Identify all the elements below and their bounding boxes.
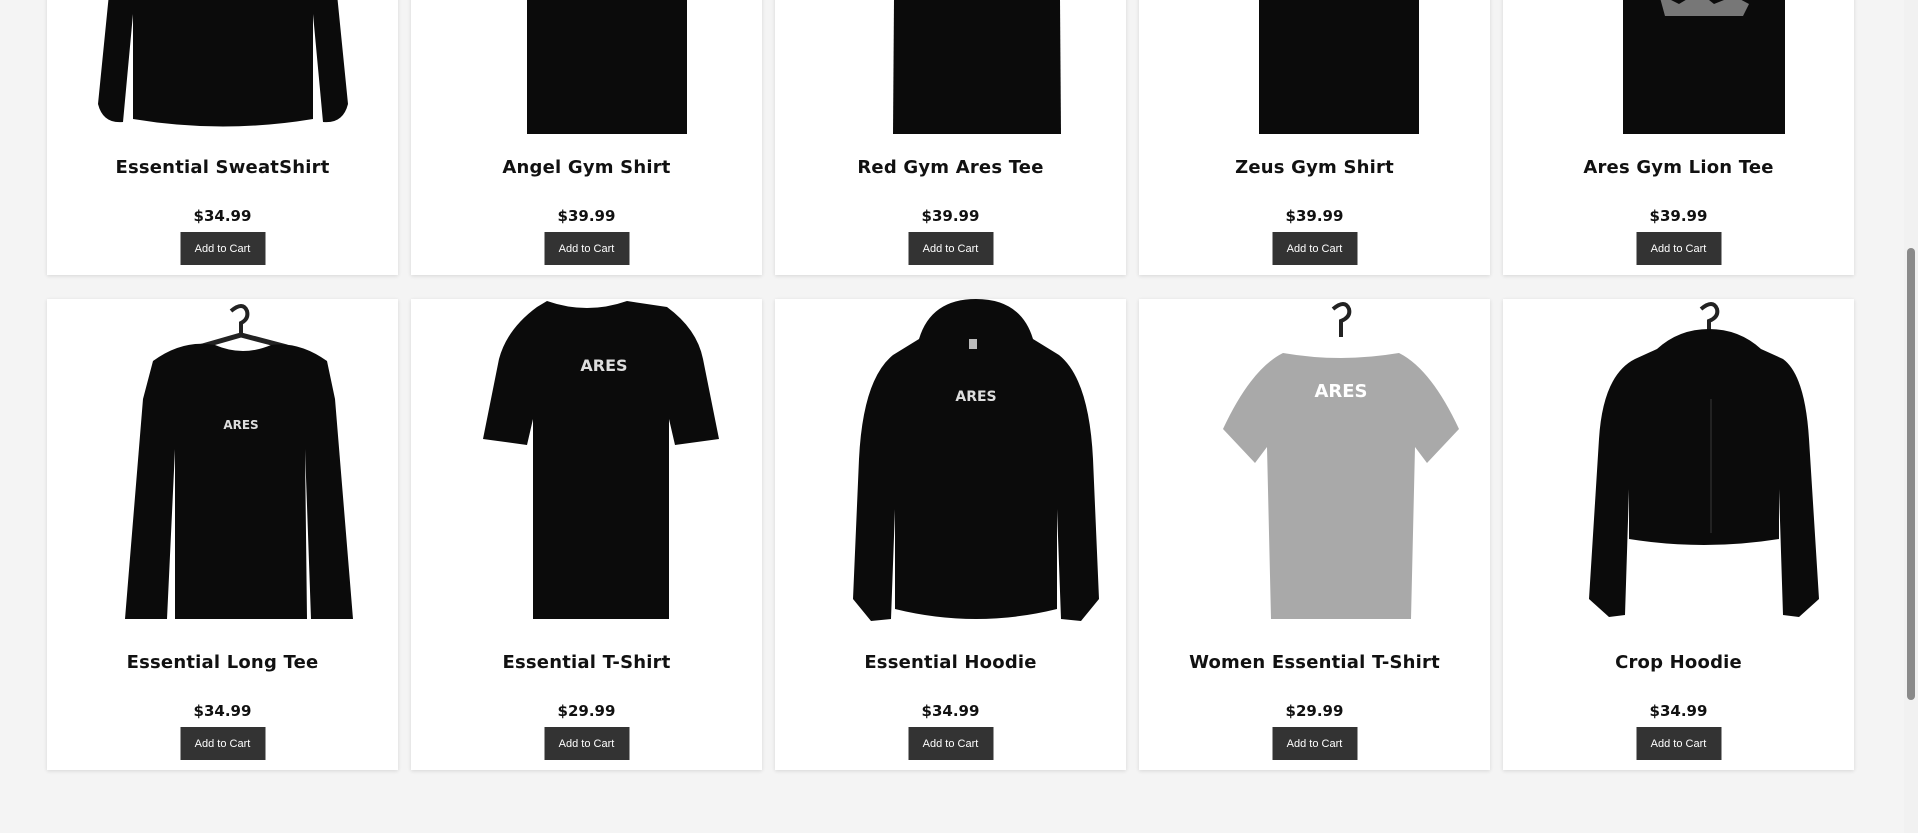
product-image[interactable] <box>775 0 1126 134</box>
scrollbar-thumb[interactable] <box>1907 248 1915 700</box>
add-to-cart-button[interactable]: Add to Cart <box>544 232 629 265</box>
product-image[interactable] <box>1139 0 1490 134</box>
product-name[interactable]: Angel Gym Shirt <box>411 157 762 178</box>
product-price: $29.99 <box>1285 702 1344 720</box>
product-name[interactable]: Zeus Gym Shirt <box>1139 157 1490 178</box>
product-image[interactable] <box>411 0 762 134</box>
add-to-cart-button[interactable]: Add to Cart <box>180 232 265 265</box>
product-image[interactable] <box>1503 299 1854 629</box>
print-text: ARES <box>955 389 996 405</box>
product-card[interactable]: ARES Women Essential T-Shirt $29.99 Add … <box>1139 299 1490 770</box>
add-to-cart-button[interactable]: Add to Cart <box>1272 232 1357 265</box>
product-name[interactable]: Essential Long Tee <box>47 652 398 673</box>
product-name[interactable]: Red Gym Ares Tee <box>775 157 1126 178</box>
shirt-icon <box>1258 0 1419 134</box>
long-tee-icon: ARES <box>124 304 353 619</box>
sweatshirt-icon <box>97 0 348 127</box>
product-price: $34.99 <box>921 702 980 720</box>
product-card[interactable]: Essential SweatShirt $34.99 Add to Cart <box>47 0 398 275</box>
add-to-cart-button[interactable]: Add to Cart <box>180 727 265 760</box>
product-card[interactable]: Ares Gym Lion Tee $39.99 Add to Cart <box>1503 0 1854 275</box>
product-image[interactable]: ARES <box>411 299 762 629</box>
add-to-cart-button[interactable]: Add to Cart <box>1272 727 1357 760</box>
tee-icon <box>1622 0 1785 134</box>
product-price: $39.99 <box>557 207 616 225</box>
add-to-cart-button[interactable]: Add to Cart <box>1636 232 1721 265</box>
add-to-cart-button[interactable]: Add to Cart <box>908 232 993 265</box>
product-name[interactable]: Ares Gym Lion Tee <box>1503 157 1854 178</box>
tshirt-icon: ARES <box>482 301 719 619</box>
product-image[interactable]: ARES <box>47 299 398 629</box>
product-price: $34.99 <box>1649 702 1708 720</box>
add-to-cart-button[interactable]: Add to Cart <box>908 727 993 760</box>
product-card[interactable]: Crop Hoodie $34.99 Add to Cart <box>1503 299 1854 770</box>
product-name[interactable]: Essential Hoodie <box>775 652 1126 673</box>
add-to-cart-button[interactable]: Add to Cart <box>544 727 629 760</box>
product-card[interactable]: ARES Essential Hoodie $34.99 Add to Cart <box>775 299 1126 770</box>
product-card[interactable]: Zeus Gym Shirt $39.99 Add to Cart <box>1139 0 1490 275</box>
tee-icon <box>892 0 1061 134</box>
crop-hoodie-icon <box>1588 302 1819 617</box>
product-price: $29.99 <box>557 702 616 720</box>
product-card[interactable]: ARES Essential Long Tee $34.99 Add to Ca… <box>47 299 398 770</box>
product-name[interactable]: Essential T-Shirt <box>411 652 762 673</box>
product-image[interactable] <box>1503 0 1854 134</box>
product-price: $39.99 <box>1649 207 1708 225</box>
product-image[interactable]: ARES <box>1139 299 1490 629</box>
print-text: ARES <box>580 356 627 375</box>
add-to-cart-button[interactable]: Add to Cart <box>1636 727 1721 760</box>
product-name[interactable]: Women Essential T-Shirt <box>1139 652 1490 673</box>
product-price: $34.99 <box>193 702 252 720</box>
product-grid: Essential SweatShirt $34.99 Add to Cart … <box>47 0 1857 770</box>
product-card[interactable]: ARES Essential T-Shirt $29.99 Add to Car… <box>411 299 762 770</box>
page-scrollbar[interactable] <box>1904 0 1918 833</box>
product-name[interactable]: Crop Hoodie <box>1503 652 1854 673</box>
product-card[interactable]: Angel Gym Shirt $39.99 Add to Cart <box>411 0 762 275</box>
product-name[interactable]: Essential SweatShirt <box>47 157 398 178</box>
product-price: $39.99 <box>1285 207 1344 225</box>
product-price: $39.99 <box>921 207 980 225</box>
print-text: ARES <box>1314 381 1367 402</box>
product-card[interactable]: Red Gym Ares Tee $39.99 Add to Cart <box>775 0 1126 275</box>
print-text: ARES <box>223 418 258 432</box>
product-image[interactable]: ARES <box>775 299 1126 629</box>
hoodie-icon: ARES <box>852 299 1099 621</box>
women-tshirt-icon: ARES <box>1222 302 1459 619</box>
product-price: $34.99 <box>193 207 252 225</box>
shirt-icon <box>526 0 687 134</box>
product-image[interactable] <box>47 0 398 134</box>
